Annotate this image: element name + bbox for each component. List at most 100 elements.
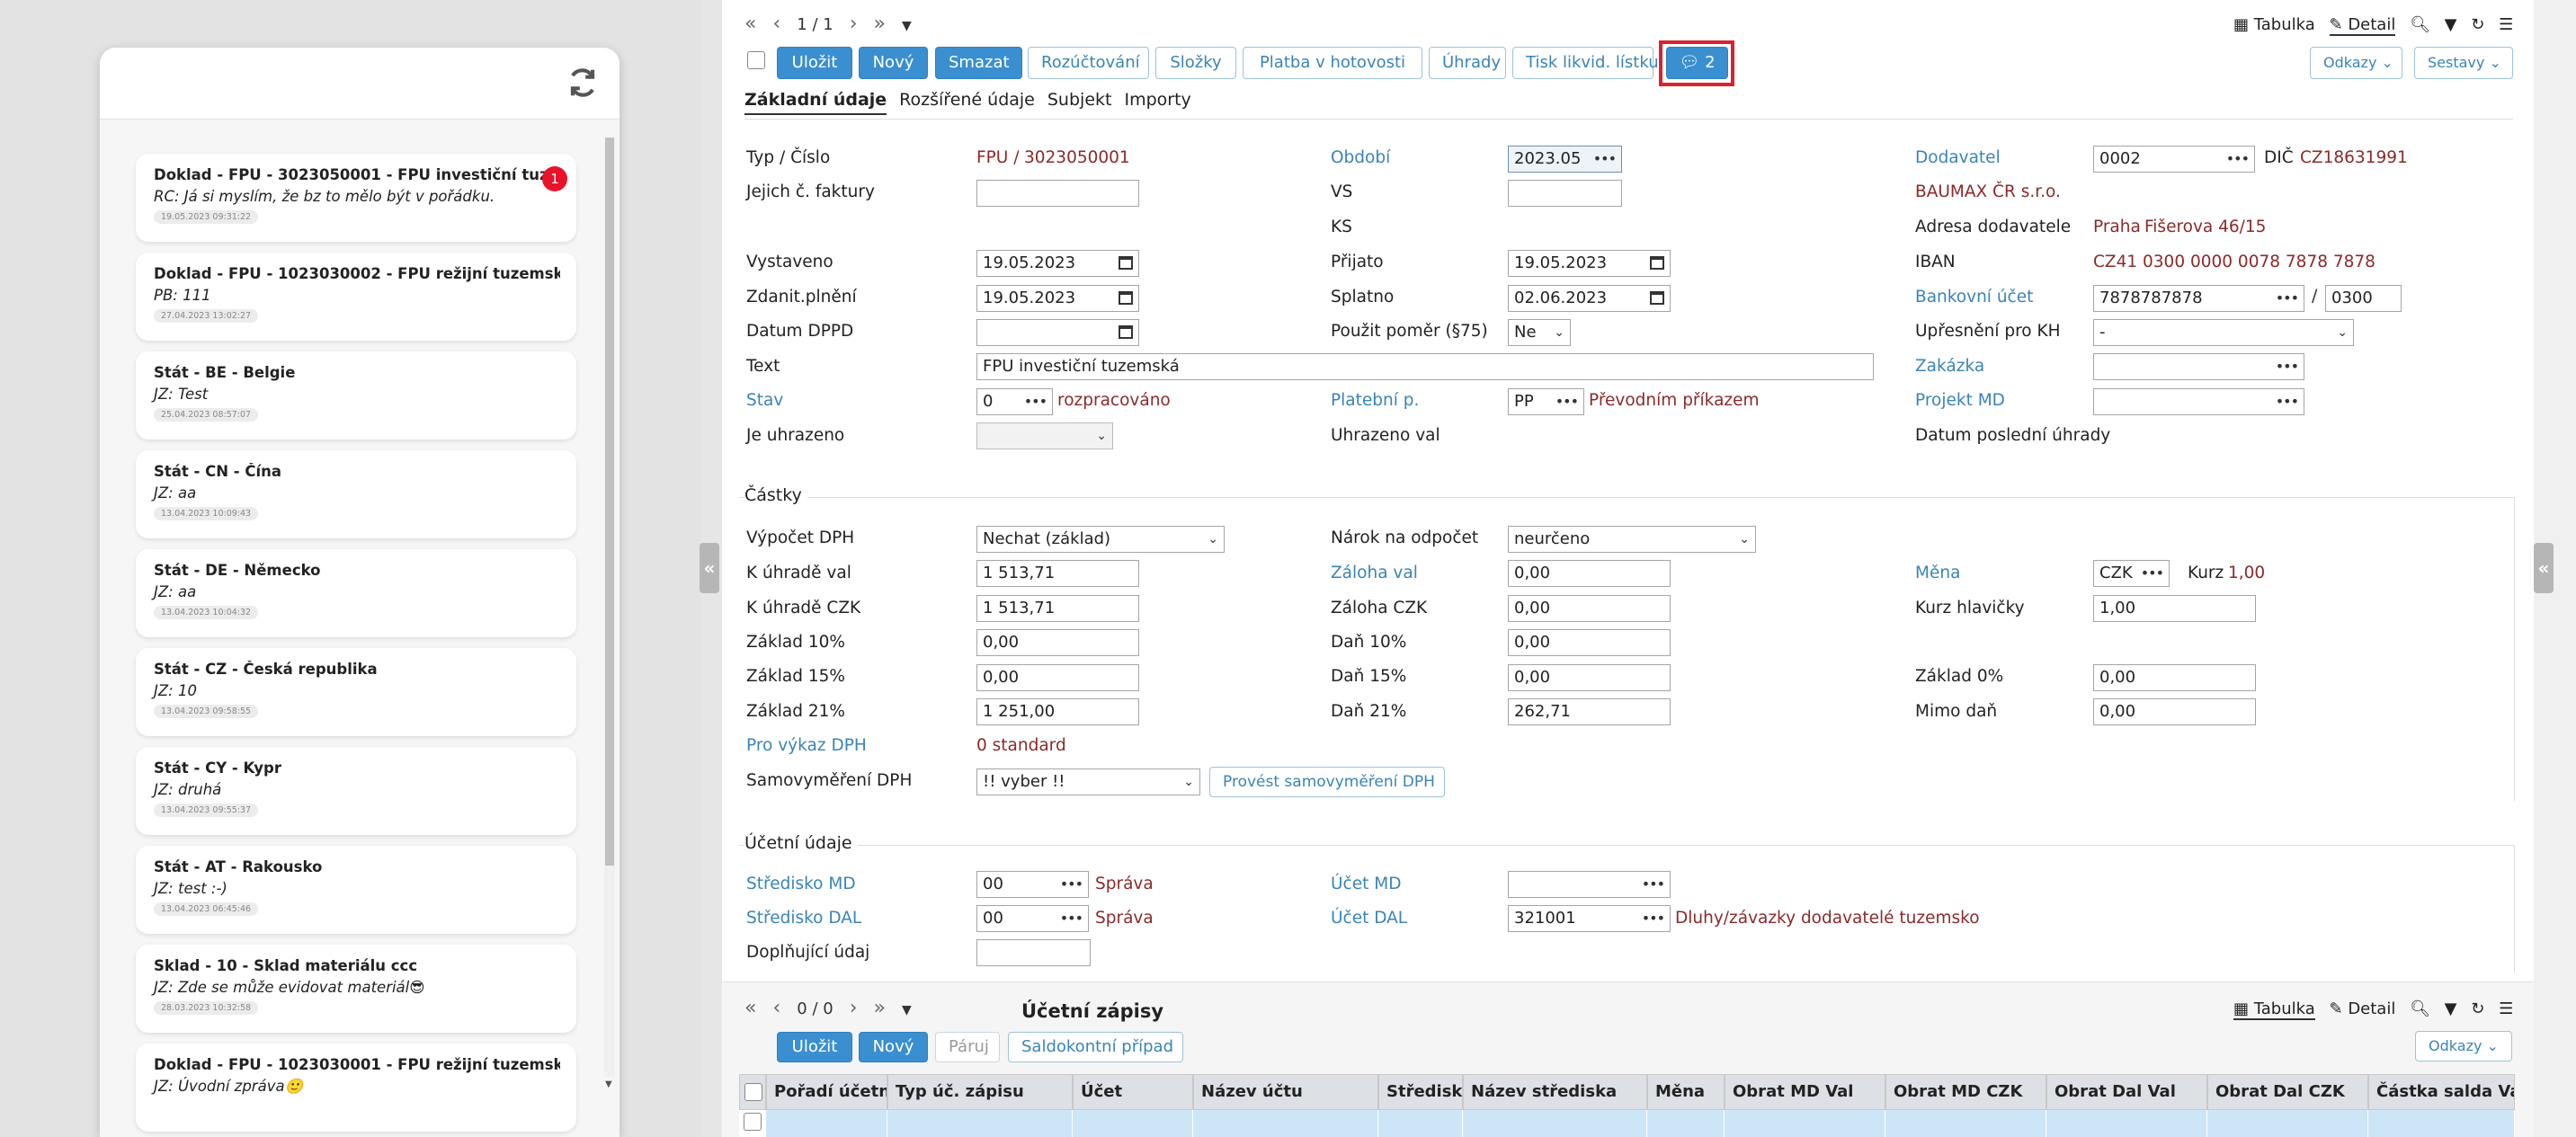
dodavatel-label[interactable]: Dodavatel	[1915, 148, 2001, 167]
calendar-icon[interactable]	[1650, 291, 1664, 305]
grid-column-header[interactable]: Obrat Dal CZK	[2207, 1074, 2368, 1110]
dppd-input[interactable]	[976, 319, 1139, 346]
chevron-down-icon[interactable]: ▼	[902, 1003, 912, 1017]
view-table-button[interactable]: ▦ Tabulka	[2233, 15, 2315, 34]
comment-card[interactable]: Stát - CN - Čína JZ: aa 13.04.2023 10:09:4…	[136, 450, 576, 538]
zaklad0-input[interactable]: 0,00	[2093, 664, 2256, 691]
select-all-checkbox[interactable]	[744, 1083, 762, 1101]
k-uhrade-val-input[interactable]: 1 513,71	[976, 560, 1139, 587]
dodavatel-input[interactable]: 0002 •••	[2093, 146, 2255, 173]
vykaz-label[interactable]: Pro výkaz DPH	[746, 736, 867, 755]
zaklad21-input[interactable]: 1 251,00	[976, 698, 1139, 725]
grid-column-header[interactable]: Název střediska	[1463, 1074, 1647, 1110]
search-icon[interactable]: 🔍︎	[2410, 15, 2430, 34]
ucet-dal-input[interactable]: 321001 •••	[1508, 905, 1671, 932]
reload-icon[interactable]: ↻	[2471, 999, 2484, 1018]
reload-icon[interactable]: ↻	[2471, 15, 2484, 34]
bank-account-input[interactable]: 7878787878 •••	[2093, 285, 2304, 312]
lookup-icon[interactable]: •••	[1555, 389, 1579, 414]
bank-label[interactable]: Bankovní účet	[1915, 288, 2033, 306]
prijato-input[interactable]: 19.05.2023	[1508, 250, 1671, 277]
obdobi-input[interactable]: 2023.05 •••	[1508, 146, 1622, 173]
delete-button[interactable]: Smazat	[935, 47, 1022, 79]
platba-hotovost-button[interactable]: Platba v hotovosti	[1243, 47, 1422, 79]
lookup-icon[interactable]: •••	[2141, 561, 2164, 586]
zakazka-label[interactable]: Zakázka	[1915, 357, 1984, 376]
view-detail-button[interactable]: ✎ Detail	[2330, 999, 2396, 1018]
jejich-faktura-input[interactable]	[976, 180, 1139, 207]
uhrady-button[interactable]: Úhrady	[1429, 47, 1506, 79]
last-page-icon[interactable]: »	[874, 13, 886, 35]
refresh-icon[interactable]	[566, 66, 600, 100]
stav-label[interactable]: Stav	[746, 391, 783, 410]
stredisko-dal-label[interactable]: Středisko DAL	[746, 909, 861, 928]
k-uhrade-czk-input[interactable]: 1 513,71	[976, 595, 1139, 622]
paruj-button[interactable]: Páruj	[935, 1032, 1000, 1062]
lookup-icon[interactable]: •••	[1642, 872, 1665, 897]
tab-rozsirene[interactable]: Rozšířené údaje	[899, 90, 1035, 113]
lookup-icon[interactable]: •••	[1024, 389, 1047, 414]
ucet-dal-label[interactable]: Účet DAL	[1331, 909, 1407, 928]
grid-cell[interactable]	[1193, 1110, 1378, 1137]
zapisy-new-button[interactable]: Nový	[859, 1032, 928, 1062]
filter-icon[interactable]: ▼	[2445, 15, 2457, 34]
comment-card[interactable]: Doklad - FPU - 3023050001 - FPU investič…	[136, 154, 576, 242]
grid-cell[interactable]	[2046, 1110, 2207, 1137]
platebni-label[interactable]: Platební p.	[1331, 391, 1419, 410]
comment-card[interactable]: Sklad - 10 - Sklad materiálu ccc JZ: Zde …	[136, 945, 576, 1033]
zaloha-val-input[interactable]: 0,00	[1508, 560, 1671, 587]
save-button[interactable]: Uložit	[777, 47, 852, 79]
tab-subjekt[interactable]: Subjekt	[1047, 90, 1112, 113]
slozky-button[interactable]: Složky	[1155, 47, 1236, 79]
grid-cell[interactable]	[1378, 1110, 1463, 1137]
rozuctovani-button[interactable]: Rozúčtování	[1028, 47, 1149, 79]
lookup-icon[interactable]: •••	[2226, 147, 2250, 172]
zapisy-save-button[interactable]: Uložit	[777, 1032, 852, 1062]
view-table-button[interactable]: ▦ Tabulka	[2233, 999, 2315, 1020]
comments-button[interactable]: 💬︎ 2	[1666, 47, 1728, 79]
uhrazeno-select[interactable]: ⌄	[976, 422, 1113, 449]
calendar-icon[interactable]	[1650, 256, 1664, 270]
lookup-icon[interactable]: •••	[1060, 872, 1083, 897]
zapisy-odkazy-button[interactable]: Odkazy ⌄	[2415, 1031, 2512, 1061]
lookup-icon[interactable]: •••	[1642, 906, 1665, 931]
comments-scrollbar[interactable]: ▼	[604, 138, 615, 1089]
new-button[interactable]: Nový	[859, 47, 928, 79]
samovymereni-select[interactable]: !! vyber !! ⌄	[976, 768, 1200, 795]
stredisko-md-input[interactable]: 00 •••	[976, 871, 1089, 898]
next-page-icon[interactable]: ›	[850, 13, 858, 35]
grid-column-header[interactable]: Měna	[1647, 1074, 1725, 1110]
samovymereni-button[interactable]: Provést samovyměření DPH	[1209, 767, 1445, 797]
grid-cell[interactable]	[2368, 1110, 2515, 1137]
zaklad15-input[interactable]: 0,00	[976, 664, 1139, 691]
vypocet-select[interactable]: Nechat (základ) ⌄	[976, 526, 1225, 553]
grid-column-header[interactable]: Účet	[1073, 1074, 1193, 1110]
dan10-input[interactable]: 0,00	[1508, 629, 1671, 656]
stav-input[interactable]: 0 •••	[976, 388, 1053, 415]
zaloha-czk-input[interactable]: 0,00	[1508, 595, 1671, 622]
zdanit-input[interactable]: 19.05.2023	[976, 285, 1139, 312]
comment-card[interactable]: Doklad - FPU - 1023030001 - FPU režijní …	[136, 1044, 576, 1132]
zaklad10-input[interactable]: 0,00	[976, 629, 1139, 656]
tab-importy[interactable]: Importy	[1124, 90, 1190, 113]
lookup-icon[interactable]: •••	[2276, 389, 2299, 414]
grid-column-header[interactable]: Obrat MD CZK	[1885, 1074, 2046, 1110]
prev-page-icon[interactable]: ‹	[772, 997, 780, 1019]
calendar-icon[interactable]	[1119, 291, 1133, 305]
ucet-md-label[interactable]: Účet MD	[1331, 875, 1401, 893]
text-input[interactable]: FPU investiční tuzemská	[976, 353, 1874, 380]
comment-card[interactable]: Stát - DE - Německo JZ: aa 13.04.2023 10:0…	[136, 549, 576, 637]
grid-cell[interactable]	[1725, 1110, 1885, 1137]
search-icon[interactable]: 🔍︎	[2410, 999, 2430, 1018]
bank-code-input[interactable]: 0300	[2325, 285, 2402, 312]
sestavy-button[interactable]: Sestavy ⌄	[2414, 47, 2513, 79]
zakazka-input[interactable]: •••	[2093, 353, 2304, 380]
dan15-input[interactable]: 0,00	[1508, 664, 1671, 691]
next-page-icon[interactable]: ›	[850, 997, 858, 1019]
last-page-icon[interactable]: »	[874, 997, 886, 1019]
narok-select[interactable]: neurčeno ⌄	[1508, 526, 1756, 553]
tisk-listku-button[interactable]: Tisk likvid. lístku	[1512, 47, 1659, 79]
doplnujici-input[interactable]	[976, 939, 1091, 966]
vystaveno-input[interactable]: 19.05.2023	[976, 250, 1139, 277]
dan21-input[interactable]: 262,71	[1508, 698, 1671, 725]
